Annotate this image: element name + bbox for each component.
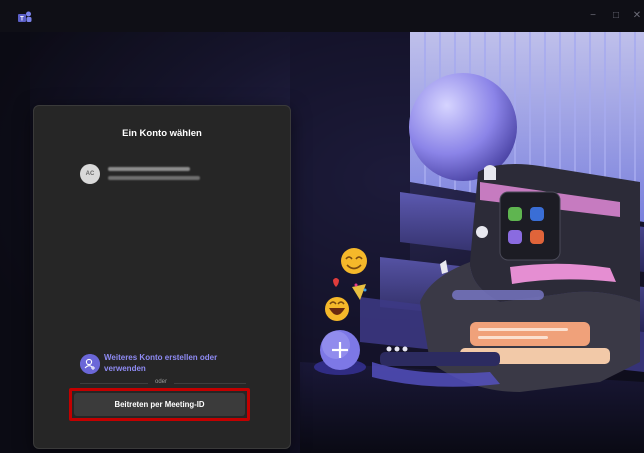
account-item[interactable]: AC	[80, 162, 260, 188]
redacted-account-email	[108, 176, 200, 180]
title-bar: T − □ ✕	[0, 0, 644, 32]
divider-line-left	[80, 383, 148, 384]
card-title: Ein Konto wählen	[122, 128, 202, 139]
close-button[interactable]: ✕	[630, 9, 644, 23]
avatar: AC	[80, 164, 100, 184]
scene: Ein Konto wählen AC Weiteres Konto erste…	[0, 32, 644, 453]
teams-window: T − □ ✕ Ein Konto wählen AC Weiteres Kon…	[0, 0, 644, 453]
join-meeting-id-button[interactable]: Beitreten per Meeting-ID	[74, 393, 245, 416]
minimize-button[interactable]: −	[586, 9, 600, 23]
other-account-link[interactable]: Weiteres Konto erstellen oder verwenden	[80, 352, 280, 378]
svg-text:T: T	[20, 17, 24, 23]
divider-label: oder	[154, 379, 167, 385]
redacted-account-name	[108, 167, 190, 171]
teams-logo-icon: T	[18, 11, 32, 23]
account-picker-card: Ein Konto wählen AC Weiteres Konto erste…	[33, 105, 291, 449]
divider-line-right	[174, 383, 246, 384]
maximize-button[interactable]: □	[609, 9, 623, 23]
other-account-label[interactable]: Weiteres Konto erstellen oder verwenden	[104, 352, 244, 374]
add-person-icon	[80, 354, 100, 374]
